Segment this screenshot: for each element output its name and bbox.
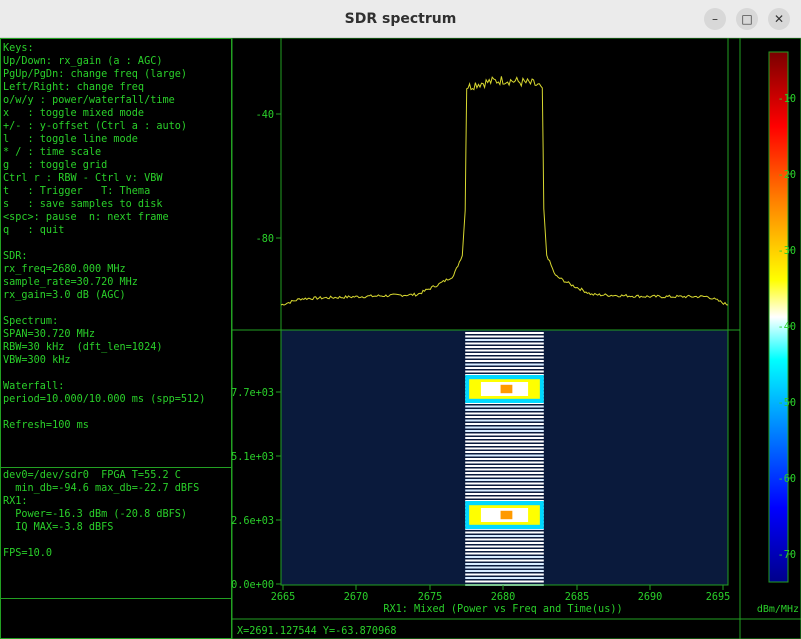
waterfall-band-line (465, 349, 544, 352)
waterfall-band-line (465, 370, 544, 373)
waterfall-band-line (465, 405, 544, 408)
waterfall-burst-block (500, 384, 513, 394)
spectrum-plot-area[interactable]: -40 -80 7.7e+03 5.1e+03 2.6e+03 0.0e+00 (0, 38, 801, 639)
colorbar-unit-label: dBm/MHz (757, 604, 799, 615)
spectrum-y-tick-label: -40 (256, 110, 274, 121)
waterfall-x-tick-label: 2675 (418, 592, 443, 603)
waterfall-band-line (465, 475, 544, 478)
maximize-button[interactable]: □ (736, 8, 758, 30)
waterfall-band-line (465, 353, 544, 355)
waterfall-band-line (465, 542, 544, 544)
waterfall-x-tick-label: 2680 (491, 592, 516, 603)
window-titlebar: SDR spectrum – □ ✕ (0, 0, 801, 38)
waterfall-band-line (465, 486, 544, 488)
waterfall-burst-block (500, 510, 513, 520)
waterfall-band-line (465, 426, 544, 429)
waterfall-band-line (465, 419, 544, 422)
waterfall-band-line (465, 531, 544, 534)
minimize-button[interactable]: – (704, 8, 726, 30)
colorbar-tick-label: -40 (778, 322, 796, 333)
waterfall-x-tick-label: 2685 (565, 592, 590, 603)
waterfall-x-tick-label: 2670 (344, 592, 369, 603)
waterfall-band-line (465, 538, 544, 541)
waterfall-band-line (465, 458, 544, 460)
waterfall-band-line (465, 482, 544, 485)
waterfall-band-line (465, 430, 544, 432)
waterfall-band-line (465, 468, 544, 471)
waterfall-x-axis-label: RX1: Mixed (Power vs Freq and Time(us)) (383, 604, 622, 615)
waterfall-band-line (465, 454, 544, 457)
waterfall-band-line (465, 493, 544, 495)
waterfall-band-line (465, 559, 544, 562)
waterfall-band-line (465, 433, 544, 436)
waterfall-y-tick-label: 2.6e+03 (231, 516, 274, 527)
waterfall-band-line (465, 563, 544, 565)
status-bar-right (739, 618, 801, 639)
waterfall-band-line (465, 346, 544, 348)
waterfall-x-tick-label: 2665 (271, 592, 296, 603)
waterfall-band-line (465, 465, 544, 467)
colorbar-tick-label: -70 (778, 550, 796, 561)
cursor-readout: X=2691.127544 Y=-63.870968 (237, 626, 396, 637)
waterfall-band-line (465, 580, 544, 583)
waterfall-band-line (465, 447, 544, 450)
waterfall-band-line (465, 461, 544, 464)
waterfall-band-line (465, 577, 544, 579)
waterfall-band-line (465, 342, 544, 345)
sdr-main-area: Keys: Up/Down: rx_gain (a : AGC) PgUp/PgDn… (0, 38, 801, 639)
waterfall-band-line (465, 489, 544, 492)
colorbar-tick-label: -10 (778, 94, 796, 105)
waterfall-band-line (465, 451, 544, 453)
waterfall-band-line (465, 440, 544, 443)
waterfall-band-line (465, 363, 544, 366)
waterfall-band-line (465, 479, 544, 481)
waterfall-x-tick-label: 2690 (638, 592, 663, 603)
waterfall-band-line (465, 556, 544, 558)
waterfall-band-line (465, 472, 544, 474)
waterfall-x-tick-label: 2695 (706, 592, 731, 603)
colorbar-tick-label: -60 (778, 474, 796, 485)
colorbar-tick-label: -30 (778, 246, 796, 257)
waterfall-y-tick-label: 5.1e+03 (231, 452, 274, 463)
waterfall-band-line (465, 412, 544, 415)
waterfall-band-line (465, 423, 544, 425)
waterfall-band-line (465, 335, 544, 338)
waterfall-band-line (465, 570, 544, 572)
waterfall-band-line (465, 496, 544, 499)
waterfall-band-line (465, 545, 544, 548)
waterfall-y-tick-label: 7.7e+03 (231, 388, 274, 399)
waterfall-y-tick-label: 0.0e+00 (231, 580, 274, 591)
waterfall-band-line (465, 367, 544, 369)
waterfall-band-line (465, 573, 544, 576)
waterfall-band-line (465, 332, 544, 334)
colorbar-tick-label: -50 (778, 398, 796, 409)
spectrum-y-tick-label: -80 (256, 234, 274, 245)
waterfall-band-line (465, 444, 544, 446)
waterfall-band-line (465, 360, 544, 362)
waterfall-band-line (465, 566, 544, 569)
waterfall-band-line (465, 356, 544, 359)
close-button[interactable]: ✕ (768, 8, 790, 30)
colorbar-tick-label: -20 (778, 170, 796, 181)
window-title: SDR spectrum (344, 11, 457, 27)
colorbar-gradient (768, 51, 789, 583)
waterfall-band-line (465, 552, 544, 555)
waterfall-band-line (465, 535, 544, 537)
waterfall-band-line (465, 409, 544, 411)
waterfall-band-line (465, 339, 544, 341)
waterfall-band-line (465, 416, 544, 418)
waterfall-band-line (465, 437, 544, 439)
waterfall-band-line (465, 549, 544, 551)
